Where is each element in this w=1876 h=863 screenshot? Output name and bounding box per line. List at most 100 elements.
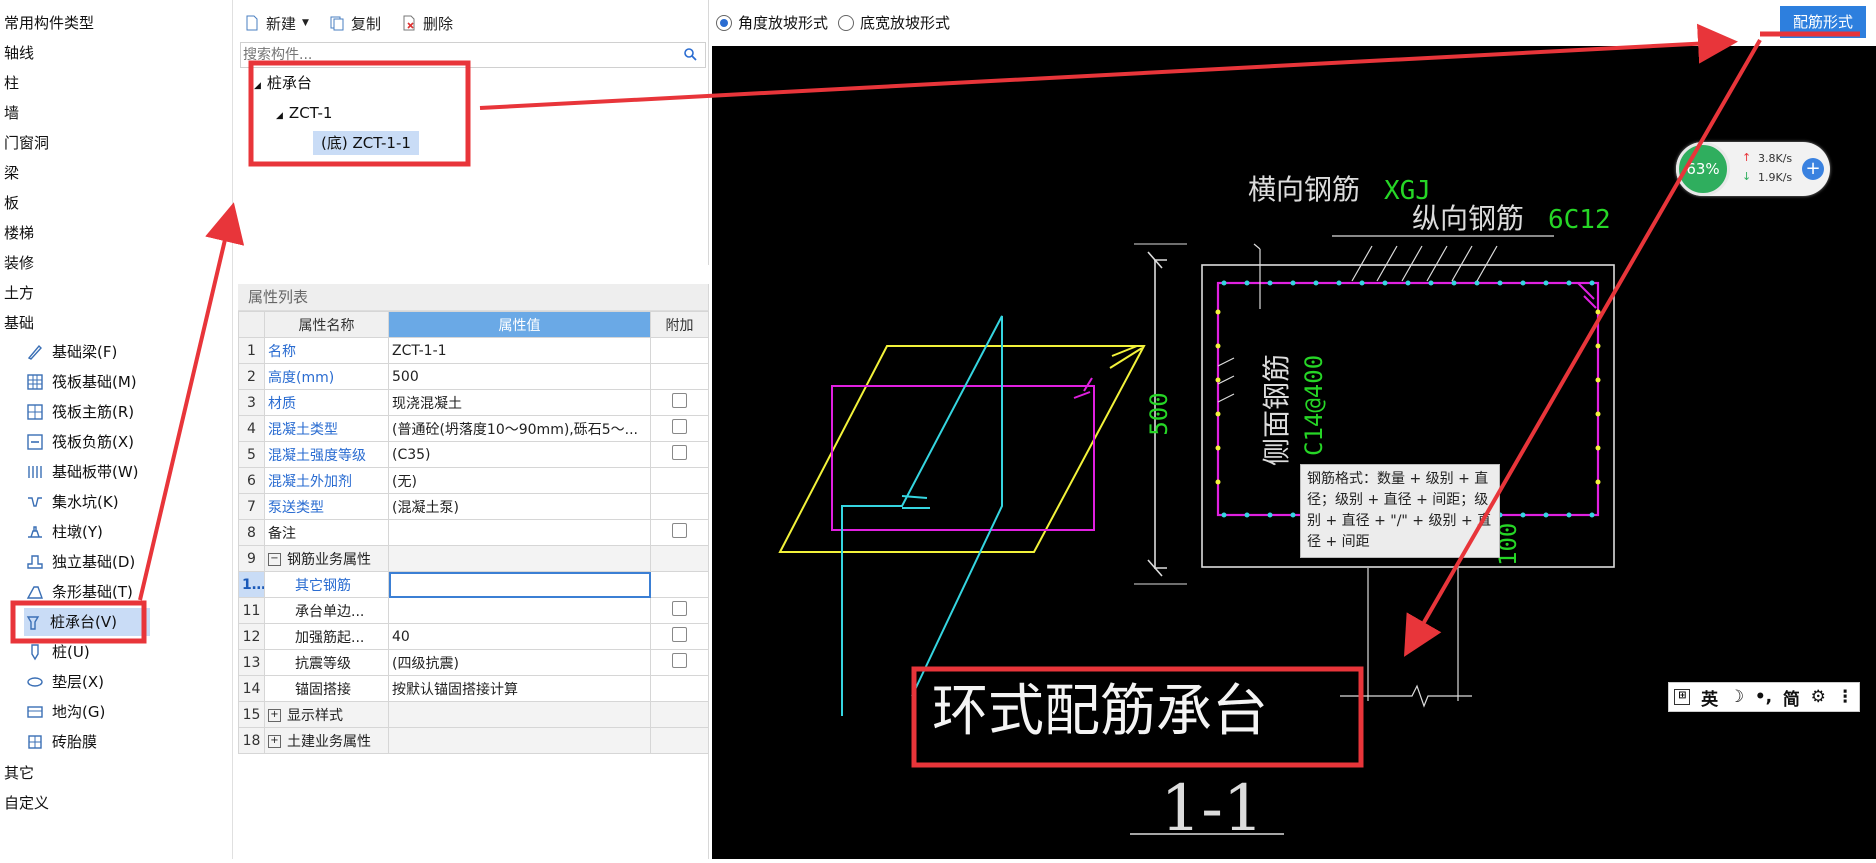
tree-node-pile-cap[interactable]: ◢ 桩承台 [254, 71, 312, 95]
attach-checkbox[interactable] [672, 653, 687, 668]
radio-checked-icon[interactable] [716, 14, 732, 31]
expand-icon[interactable]: ◢ [254, 81, 261, 91]
tree-item-foundation-beam[interactable]: 基础梁(F) [26, 338, 117, 366]
ime-language-toggle[interactable]: 英 [1701, 685, 1718, 710]
table-row[interactable]: 1 名称 ZCT-1-1 [238, 337, 709, 364]
table-row[interactable]: 11 承台单边... [238, 597, 709, 624]
attach-checkbox[interactable] [672, 419, 687, 434]
tree-item-foundation-strip[interactable]: 基础板带(W) [26, 458, 139, 486]
tree-category-earthwork[interactable]: 土方 [4, 280, 34, 306]
table-row-group[interactable]: 15 + 显示样式 [238, 701, 709, 728]
tree-item-isolated-foundation[interactable]: 独立基础(D) [26, 548, 135, 576]
table-row[interactable]: 3 材质 现浇混凝土 [238, 389, 709, 416]
attach-checkbox[interactable] [672, 445, 687, 460]
ime-script-toggle[interactable]: 简 [1783, 685, 1800, 710]
delete-button[interactable]: 删除 [401, 13, 453, 34]
copy-button[interactable]: 复制 [329, 13, 381, 34]
tree-category-wall[interactable]: 墙 [4, 100, 19, 126]
tree-item-raft-foundation[interactable]: 筏板基础(M) [26, 368, 137, 396]
table-row-group[interactable]: 9− 钢筋业务属性 [238, 545, 709, 572]
cushion-icon [27, 677, 43, 687]
attach-checkbox[interactable] [672, 601, 687, 616]
dim-500-label: 500 [1145, 392, 1173, 435]
punctuation-icon[interactable]: •, [1755, 687, 1772, 707]
tree-item-raft-neg-rebar[interactable]: 筏板负筋(X) [26, 428, 134, 456]
more-icon[interactable]: ⋮ [1837, 687, 1854, 707]
tree-item-pile[interactable]: 桩(U) [26, 638, 90, 666]
tree-category-stair[interactable]: 楼梯 [4, 220, 34, 246]
table-row[interactable]: 10 其它钢筋 [238, 571, 709, 598]
tree-category-beam[interactable]: 梁 [4, 160, 19, 186]
radio-unchecked-icon[interactable] [838, 14, 854, 31]
ime-grid-icon[interactable]: ⊞ [1674, 689, 1691, 705]
tree-item-cushion[interactable]: 垫层(X) [26, 668, 104, 696]
label-side-rebar: 侧面钢筋 [1260, 354, 1293, 466]
memory-usage-gauge[interactable]: 63% [1676, 142, 1730, 196]
tree-item-brick-mold[interactable]: 砖胎膜 [26, 728, 97, 756]
table-row[interactable]: 7 泵送类型 (混凝土泵) [238, 493, 709, 520]
table-row[interactable]: 12 加强筋起... 40 [238, 623, 709, 650]
tree-item-sump[interactable]: 集水坑(K) [26, 488, 119, 516]
expand-icon[interactable]: ◢ [276, 111, 283, 121]
chevron-down-icon: ▼ [302, 18, 309, 28]
search-input[interactable] [241, 43, 665, 67]
other-rebar-input[interactable] [388, 571, 651, 598]
table-row[interactable]: 13 抗震等级 (四级抗震) [238, 649, 709, 676]
upload-rate: 3.8K/s [1758, 152, 1793, 165]
brick-mold-icon [28, 735, 42, 749]
tree-item-strip-foundation[interactable]: 条形基础(T) [26, 578, 133, 606]
slope-options-bar: 角度放坡形式 底宽放坡形式 配筋形式 [712, 0, 1876, 46]
table-row[interactable]: 5 混凝土强度等级 (C35) [238, 441, 709, 468]
attach-checkbox[interactable] [672, 523, 687, 538]
pencil-icon [27, 344, 42, 360]
tree-category-decoration[interactable]: 装修 [4, 250, 34, 276]
tree-category-axis[interactable]: 轴线 [4, 40, 34, 66]
search-box [240, 42, 706, 68]
rebar-grid-icon [27, 404, 43, 420]
property-table: 属性名称 属性值 附加 1 名称 ZCT-1-1 2 高度(mm) 500 3 材质 现浇混… [238, 311, 709, 754]
tree-item-pile-cap[interactable]: 桩承台(V) [24, 608, 150, 636]
pier-icon [28, 526, 42, 538]
table-row[interactable]: 2 高度(mm) 500 [238, 363, 709, 390]
ime-toolbar[interactable]: ⊞ 英 ☽ •, 简 ⚙ ⋮ [1668, 682, 1860, 712]
tree-item-trench[interactable]: 地沟(G) [26, 698, 105, 726]
rebar-config-button[interactable]: 配筋形式 [1780, 6, 1866, 38]
strip-foundation-icon [26, 586, 43, 599]
tree-item-raft-main-rebar[interactable]: 筏板主筋(R) [26, 398, 134, 426]
attach-checkbox[interactable] [672, 393, 687, 408]
plus-icon[interactable]: + [1802, 158, 1824, 180]
new-button[interactable]: 新建 ▼ [244, 13, 309, 34]
tree-node-zct-1[interactable]: ◢ ZCT-1 [276, 101, 332, 125]
gear-icon[interactable]: ⚙ [1811, 687, 1826, 707]
table-row[interactable]: 6 混凝土外加剂 (无) [238, 467, 709, 494]
isolated-foundation-icon [27, 555, 43, 569]
tree-node-zct-1-1[interactable]: (底) ZCT-1-1 [313, 131, 419, 155]
tree-category-column[interactable]: 柱 [4, 70, 19, 96]
tree-category-common[interactable]: 常用构件类型 [4, 10, 94, 36]
tree-category-foundation[interactable]: 基础 [4, 310, 34, 336]
expand-icon[interactable]: + [268, 709, 281, 722]
attach-checkbox[interactable] [672, 627, 687, 642]
tree-category-custom[interactable]: 自定义 [4, 790, 49, 816]
collapse-icon[interactable]: − [268, 553, 281, 566]
radio-angle-slope[interactable]: 角度放坡形式 [716, 12, 828, 33]
component-list-panel: 新建 ▼ 复制 删除 ◢桩承台 ◢ZCT-1 (底) ZCT-1-1 [238, 0, 709, 265]
grid-icon [27, 374, 43, 390]
col-header-name: 属性名称 [264, 311, 389, 338]
table-row[interactable]: 14 锚固搭接 按默认锚固搭接计算 [238, 675, 709, 702]
table-row[interactable]: 4 混凝土类型 (普通砼(坍落度10～90mm),砾石5～... [238, 415, 709, 442]
expand-icon[interactable]: + [268, 735, 281, 748]
radio-width-slope[interactable]: 底宽放坡形式 [838, 12, 950, 33]
section-label: 1-1 [1160, 772, 1263, 846]
tree-category-slab[interactable]: 板 [4, 190, 19, 216]
network-speed-widget[interactable]: 63% ↑ 3.8K/s ↓ 1.9K/s + [1676, 142, 1830, 196]
upload-arrow-icon: ↑ [1742, 151, 1752, 164]
table-row[interactable]: 8 备注 [238, 519, 709, 546]
trench-icon [27, 706, 43, 718]
search-icon[interactable] [683, 47, 697, 61]
tree-category-other[interactable]: 其它 [4, 760, 34, 786]
tree-category-door-window[interactable]: 门窗洞 [4, 130, 49, 156]
table-row-group[interactable]: 18 + 土建业务属性 [238, 727, 709, 754]
tree-item-column-pier[interactable]: 柱墩(Y) [26, 518, 103, 546]
moon-icon[interactable]: ☽ [1729, 687, 1744, 707]
